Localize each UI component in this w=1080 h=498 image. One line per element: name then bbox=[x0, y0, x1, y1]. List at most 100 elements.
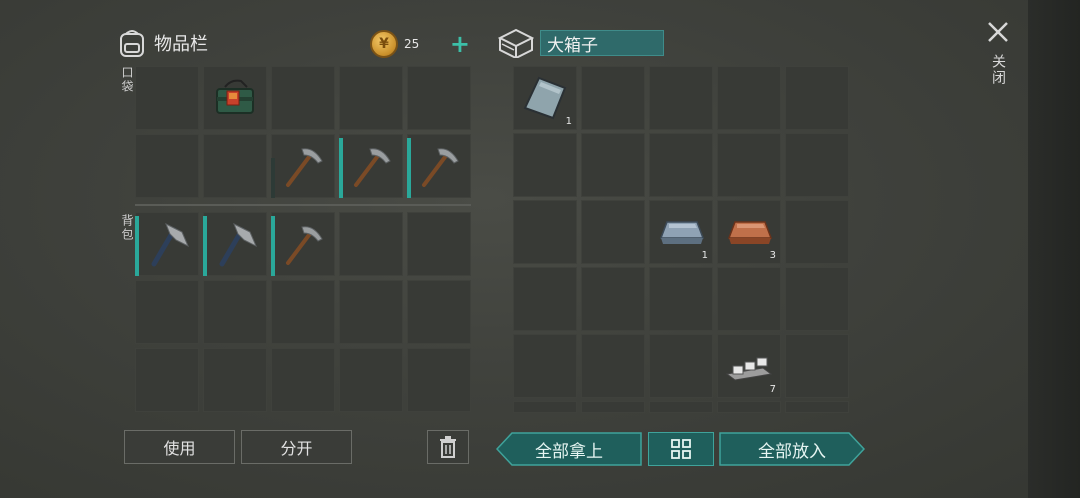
pocket-slot[interactable] bbox=[135, 66, 199, 130]
container-slot-partial[interactable] bbox=[513, 401, 577, 413]
iron-ingot-icon bbox=[659, 221, 705, 244]
hatchet-icon bbox=[151, 222, 189, 267]
item-quantity: 1 bbox=[701, 250, 708, 261]
container-slot[interactable] bbox=[513, 133, 577, 197]
container-slot[interactable] bbox=[717, 66, 781, 130]
pocket-grid bbox=[135, 66, 471, 198]
backpack-slot[interactable] bbox=[135, 348, 199, 412]
backpack-slot[interactable] bbox=[271, 348, 335, 412]
pickaxe-icon bbox=[422, 148, 459, 187]
pocket-slot[interactable] bbox=[407, 66, 471, 130]
container-slot[interactable] bbox=[785, 133, 849, 197]
crate-icon bbox=[498, 28, 534, 58]
container-slot[interactable] bbox=[785, 66, 849, 130]
container-slot[interactable] bbox=[581, 133, 645, 197]
backpack-slot[interactable] bbox=[407, 280, 471, 344]
close-button[interactable]: 关闭 bbox=[982, 20, 1014, 86]
container-slot[interactable] bbox=[581, 66, 645, 130]
backpack-slot[interactable] bbox=[203, 280, 267, 344]
container-slot[interactable] bbox=[513, 267, 577, 331]
pocket-slot-pickaxe[interactable] bbox=[407, 134, 471, 198]
backpack-slot[interactable] bbox=[271, 280, 335, 344]
put-all-label: 全部放入 bbox=[758, 441, 826, 462]
container-slot[interactable] bbox=[581, 200, 645, 264]
backpack-slot-pickaxe[interactable] bbox=[271, 212, 335, 276]
container-slot[interactable] bbox=[649, 334, 713, 398]
trash-icon bbox=[440, 436, 456, 458]
container-slot[interactable] bbox=[717, 133, 781, 197]
item-quantity: 1 bbox=[565, 116, 572, 127]
pocket-slot[interactable] bbox=[135, 134, 199, 198]
inventory-header: 物品栏 bbox=[118, 28, 208, 58]
discard-button[interactable] bbox=[427, 430, 469, 464]
pocket-slot[interactable] bbox=[203, 134, 267, 198]
container-slot[interactable] bbox=[649, 66, 713, 130]
container-slot[interactable] bbox=[785, 267, 849, 331]
durability-bar bbox=[135, 216, 139, 276]
pocket-slot[interactable] bbox=[271, 66, 335, 130]
backpack-icon bbox=[120, 30, 144, 57]
sort-grid-icon bbox=[671, 439, 691, 459]
backpack-slot[interactable] bbox=[203, 348, 267, 412]
take-all-button[interactable]: 全部拿上 bbox=[496, 432, 642, 466]
hatchet-icon bbox=[219, 222, 257, 267]
pocket-slot-explosive[interactable] bbox=[203, 66, 267, 130]
backpack-grid bbox=[135, 212, 471, 412]
close-icon bbox=[988, 22, 1008, 42]
container-slot-partial[interactable] bbox=[649, 401, 713, 413]
container-title: 大箱子 bbox=[540, 30, 664, 56]
container-slot-nails[interactable]: 7 bbox=[717, 334, 781, 398]
container-slot[interactable] bbox=[581, 334, 645, 398]
container-slot[interactable] bbox=[717, 267, 781, 331]
sort-button[interactable] bbox=[648, 432, 714, 466]
backpack-slot[interactable] bbox=[339, 212, 403, 276]
container-slot[interactable] bbox=[649, 267, 713, 331]
copper-ingot-icon bbox=[727, 221, 773, 244]
pickaxe-icon bbox=[354, 148, 391, 187]
split-button[interactable]: 分开 bbox=[241, 430, 352, 464]
coin-display: ¥ 25 + bbox=[370, 28, 470, 60]
add-coins-button[interactable]: + bbox=[450, 32, 470, 56]
container-slot-partial[interactable] bbox=[785, 401, 849, 413]
nails-icon bbox=[725, 357, 773, 381]
pickaxe-icon bbox=[286, 148, 323, 187]
backpack-slot-hatchet[interactable] bbox=[203, 212, 267, 276]
durability-bar bbox=[271, 158, 275, 198]
use-button[interactable]: 使用 bbox=[124, 430, 235, 464]
container-slot-copper[interactable]: 3 bbox=[717, 200, 781, 264]
container-slot-partial[interactable] bbox=[581, 401, 645, 413]
section-divider bbox=[135, 204, 471, 206]
container-grid: 1 1 3 7 bbox=[513, 66, 849, 413]
container-slot[interactable] bbox=[581, 267, 645, 331]
item-quantity: 7 bbox=[769, 384, 776, 395]
backpack-slot-hatchet[interactable] bbox=[135, 212, 199, 276]
container-slot[interactable] bbox=[649, 133, 713, 197]
durability-bar bbox=[407, 138, 411, 198]
container-slot[interactable] bbox=[785, 334, 849, 398]
inventory-title: 物品栏 bbox=[154, 34, 208, 55]
pocket-label: 口袋 bbox=[120, 66, 134, 94]
pocket-slot-pickaxe[interactable] bbox=[271, 134, 335, 198]
take-all-label: 全部拿上 bbox=[535, 441, 603, 462]
durability-bar bbox=[271, 216, 275, 276]
container-slot-glass[interactable]: 1 bbox=[513, 66, 577, 130]
durability-bar bbox=[203, 216, 207, 276]
container-slot[interactable] bbox=[513, 200, 577, 264]
container-slot-partial[interactable] bbox=[717, 401, 781, 413]
backpack-slot[interactable] bbox=[339, 280, 403, 344]
pocket-slot-pickaxe[interactable] bbox=[339, 134, 403, 198]
put-all-button[interactable]: 全部放入 bbox=[719, 432, 865, 466]
coin-icon: ¥ bbox=[370, 30, 398, 58]
backpack-slot[interactable] bbox=[407, 348, 471, 412]
container-slot[interactable] bbox=[785, 200, 849, 264]
coin-count: 25 bbox=[404, 37, 420, 51]
dynamite-pack-icon bbox=[216, 79, 254, 114]
container-slot[interactable] bbox=[513, 334, 577, 398]
backpack-slot[interactable] bbox=[135, 280, 199, 344]
backpack-slot[interactable] bbox=[339, 348, 403, 412]
pocket-slot[interactable] bbox=[339, 66, 403, 130]
right-edge-panel bbox=[1028, 0, 1080, 498]
backpack-slot[interactable] bbox=[407, 212, 471, 276]
pickaxe-icon bbox=[286, 226, 323, 265]
container-slot-iron[interactable]: 1 bbox=[649, 200, 713, 264]
